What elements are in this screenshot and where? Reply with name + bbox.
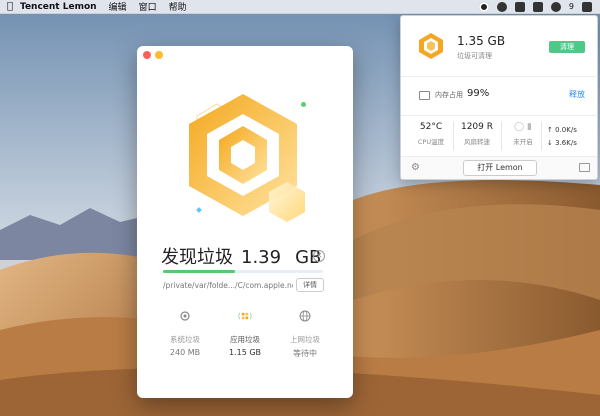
cpu-temp-stat: 52°C CPU温度: [413, 122, 449, 146]
lemon-tray-icon[interactable]: [478, 1, 489, 12]
panel-footer: ⚙ 打开 Lemon: [401, 157, 597, 179]
category-system-junk[interactable]: 系统垃圾 240 MB: [155, 308, 215, 357]
cloud-tray-icon[interactable]: [496, 1, 507, 12]
cpu-temp-value: 52°C: [419, 122, 443, 132]
minimize-window-button[interactable]: [155, 51, 163, 59]
notification-count[interactable]: 9: [569, 2, 574, 11]
fan-speed-label: 风扇转速: [464, 138, 490, 146]
sensor-icons: ◯ ▮: [505, 122, 541, 132]
memory-icon: [419, 91, 430, 100]
found-junk-summary: 发现垃圾 1.39 GB: [161, 243, 321, 269]
arrow-up-icon: ↑: [547, 126, 553, 134]
category-label: 应用垃圾: [230, 335, 260, 344]
junk-summary-section: 1.35 GB 垃圾可清理 清理: [401, 16, 597, 77]
category-web-junk[interactable]: 上网垃圾 等待中: [275, 308, 335, 359]
scan-path: /private/var/folde.../C/com.apple.nc: [163, 281, 293, 290]
divider: [541, 122, 542, 150]
cpu-temp-label: CPU温度: [417, 138, 445, 146]
category-value: 240 MB: [169, 348, 201, 357]
upload-speed: 0.0K/s: [555, 126, 577, 134]
fan-speed-stat: 1209 R 风扇转速: [457, 122, 497, 146]
wechat-tray-icon[interactable]: [514, 1, 525, 12]
chat-tray-icon[interactable]: [532, 1, 543, 12]
category-label: 上网垃圾: [290, 335, 320, 344]
settings-gear-icon[interactable]: ⚙: [411, 163, 420, 173]
clean-button[interactable]: 清理: [549, 41, 585, 53]
category-app-junk[interactable]: 应用垃圾 1.15 GB: [215, 308, 275, 357]
apple-menu-icon[interactable]: : [0, 1, 20, 12]
junk-label: 垃圾可清理: [457, 52, 492, 60]
release-memory-button[interactable]: 释放: [569, 89, 585, 100]
decor-dot: [301, 102, 306, 107]
stop-scan-close-icon[interactable]: ✕: [313, 250, 325, 262]
lemon-tray-panel: 1.35 GB 垃圾可清理 清理 内存占用 99% 释放 52°C CPU温度 …: [400, 15, 598, 180]
found-junk-label: 发现垃圾: [161, 247, 233, 268]
download-row: ↓ 3.6K/s: [547, 137, 577, 150]
open-lemon-button[interactable]: 打开 Lemon: [463, 160, 537, 176]
details-button[interactable]: 详情: [296, 278, 324, 292]
fan-speed-value: 1209 R: [460, 122, 494, 132]
divider: [501, 122, 502, 150]
lemon-main-window: 发现垃圾 1.39 GB ✕ /private/var/folde.../C/c…: [137, 46, 353, 398]
globe-icon: [297, 308, 313, 324]
category-value: 1.15 GB: [228, 348, 262, 357]
feedback-chat-icon[interactable]: [579, 163, 590, 172]
menu-bar:  Tencent Lemon 编辑 窗口 帮助 9: [0, 0, 600, 14]
memory-value: 99%: [467, 88, 490, 99]
found-junk-size: 1.39: [241, 247, 282, 268]
download-speed: 3.6K/s: [555, 139, 577, 147]
lemon-logo-icon: [417, 32, 445, 60]
unopened-label: 未开启: [513, 138, 533, 146]
notification-tray-icon[interactable]: [582, 1, 592, 12]
memory-section: 内存占用 99% 释放: [401, 77, 597, 116]
menu-help[interactable]: 帮助: [169, 0, 187, 13]
network-speed: ↑ 0.0K/s ↓ 3.6K/s: [547, 124, 577, 150]
menu-window[interactable]: 窗口: [139, 0, 157, 13]
scan-progress-bar: [163, 270, 323, 273]
close-window-button[interactable]: [143, 51, 151, 59]
junk-size: 1.35 GB: [457, 34, 506, 48]
arrow-down-icon: ↓: [547, 139, 553, 147]
sensor-stat: ◯ ▮ 未开启: [505, 122, 541, 146]
memory-label: 内存占用: [435, 91, 463, 99]
scan-progress-fill: [163, 270, 235, 273]
gear-icon: [177, 308, 193, 324]
upload-row: ↑ 0.0K/s: [547, 124, 577, 137]
menu-edit[interactable]: 编辑: [109, 0, 127, 13]
category-label: 系统垃圾: [170, 335, 200, 344]
lemon-hex-logo-icon: [177, 86, 317, 236]
app-menu[interactable]: Tencent Lemon: [20, 2, 97, 12]
status-tray: 9: [478, 1, 592, 12]
hardware-stats-section: 52°C CPU温度 1209 R 风扇转速 ◯ ▮ 未开启 ↑ 0.0K/s …: [401, 116, 597, 157]
app-grid-icon: [237, 308, 253, 324]
bulb-icon: ◯: [514, 122, 525, 132]
mic-icon: ▮: [527, 122, 532, 132]
window-controls: [143, 51, 163, 59]
divider: [453, 122, 454, 150]
penguin-tray-icon[interactable]: [550, 1, 561, 12]
category-value: 等待中: [293, 349, 317, 358]
